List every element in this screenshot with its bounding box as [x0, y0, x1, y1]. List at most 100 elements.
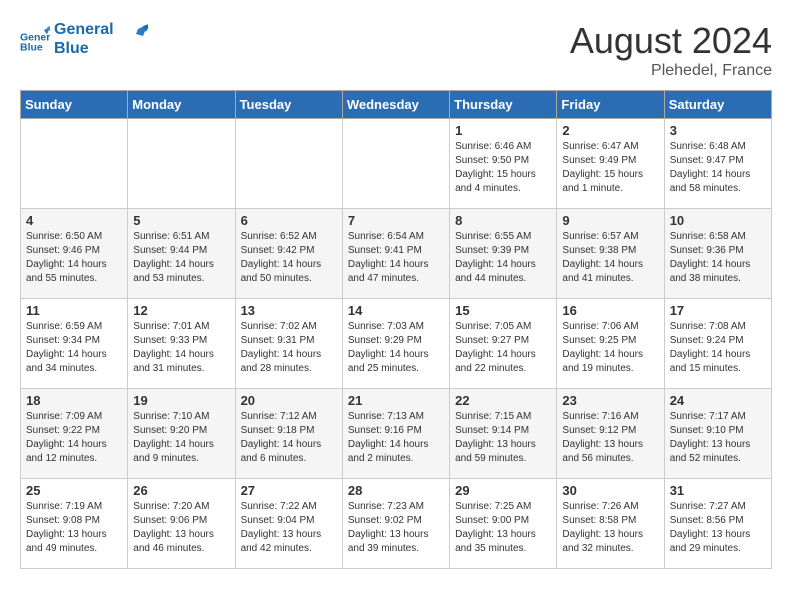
day-number: 7	[348, 213, 444, 228]
day-number: 11	[26, 303, 122, 318]
logo-icon: General Blue	[20, 24, 50, 54]
day-number: 27	[241, 483, 337, 498]
day-number: 30	[562, 483, 658, 498]
day-number: 28	[348, 483, 444, 498]
calendar-cell: 9 Sunrise: 6:57 AM Sunset: 9:38 PM Daylig…	[557, 209, 664, 299]
calendar-cell: 22 Sunrise: 7:15 AM Sunset: 9:14 PM Dayli…	[450, 389, 557, 479]
calendar-cell: 18 Sunrise: 7:09 AM Sunset: 9:22 PM Dayli…	[21, 389, 128, 479]
day-number: 3	[670, 123, 766, 138]
calendar-cell: 29Sunrise: 7:25 AM Sunset: 9:00 PM Dayli…	[450, 479, 557, 569]
day-info: Sunrise: 7:26 AM Sunset: 8:58 PM Dayligh…	[562, 500, 658, 556]
calendar-cell: 20 Sunrise: 7:12 AM Sunset: 9:18 PM Dayli…	[235, 389, 342, 479]
calendar-cell	[342, 119, 449, 209]
day-info: Sunrise: 7:16 AM Sunset: 9:12 PM Dayligh…	[562, 410, 658, 466]
day-info: Sunrise: 6:52 AM Sunset: 9:42 PM Dayligh…	[241, 230, 337, 286]
month-year-title: August 2024	[570, 20, 772, 62]
day-info: Sunrise: 7:22 AM Sunset: 9:04 PM Dayligh…	[241, 500, 337, 556]
day-info: Sunrise: 7:06 AM Sunset: 9:25 PM Dayligh…	[562, 320, 658, 376]
day-header-monday: Monday	[128, 91, 235, 119]
day-header-friday: Friday	[557, 91, 664, 119]
day-number: 18	[26, 393, 122, 408]
day-info: Sunrise: 6:50 AM Sunset: 9:46 PM Dayligh…	[26, 230, 122, 286]
day-info: Sunrise: 7:01 AM Sunset: 9:33 PM Dayligh…	[133, 320, 229, 376]
calendar-cell: 10Sunrise: 6:58 AM Sunset: 9:36 PM Dayli…	[664, 209, 771, 299]
day-info: Sunrise: 6:55 AM Sunset: 9:39 PM Dayligh…	[455, 230, 551, 286]
svg-text:Blue: Blue	[20, 41, 43, 53]
calendar-cell	[235, 119, 342, 209]
calendar-cell: 25Sunrise: 7:19 AM Sunset: 9:08 PM Dayli…	[21, 479, 128, 569]
calendar-cell: 11Sunrise: 6:59 AM Sunset: 9:34 PM Dayli…	[21, 299, 128, 389]
day-number: 6	[241, 213, 337, 228]
day-info: Sunrise: 7:20 AM Sunset: 9:06 PM Dayligh…	[133, 500, 229, 556]
bird-icon	[118, 24, 148, 54]
page-header: General Blue General Blue August 2024 Pl…	[20, 20, 772, 80]
calendar-cell: 14Sunrise: 7:03 AM Sunset: 9:29 PM Dayli…	[342, 299, 449, 389]
calendar-cell: 27 Sunrise: 7:22 AM Sunset: 9:04 PM Dayli…	[235, 479, 342, 569]
day-number: 22	[455, 393, 551, 408]
day-number: 5	[133, 213, 229, 228]
day-info: Sunrise: 7:02 AM Sunset: 9:31 PM Dayligh…	[241, 320, 337, 376]
calendar-cell: 1Sunrise: 6:46 AM Sunset: 9:50 PM Daylig…	[450, 119, 557, 209]
day-number: 2	[562, 123, 658, 138]
title-block: August 2024 Plehedel, France	[570, 20, 772, 80]
day-info: Sunrise: 7:23 AM Sunset: 9:02 PM Dayligh…	[348, 500, 444, 556]
day-number: 31	[670, 483, 766, 498]
calendar-header: SundayMondayTuesdayWednesdayThursdayFrid…	[21, 91, 772, 119]
calendar-cell: 15Sunrise: 7:05 AM Sunset: 9:27 PM Dayli…	[450, 299, 557, 389]
calendar-cell: 6 Sunrise: 6:52 AM Sunset: 9:42 PM Daylig…	[235, 209, 342, 299]
calendar-cell: 8 Sunrise: 6:55 AM Sunset: 9:39 PM Daylig…	[450, 209, 557, 299]
day-number: 1	[455, 123, 551, 138]
day-info: Sunrise: 6:47 AM Sunset: 9:49 PM Dayligh…	[562, 140, 658, 196]
day-info: Sunrise: 6:51 AM Sunset: 9:44 PM Dayligh…	[133, 230, 229, 286]
day-info: Sunrise: 7:25 AM Sunset: 9:00 PM Dayligh…	[455, 500, 551, 556]
day-info: Sunrise: 7:03 AM Sunset: 9:29 PM Dayligh…	[348, 320, 444, 376]
day-info: Sunrise: 6:58 AM Sunset: 9:36 PM Dayligh…	[670, 230, 766, 286]
logo: General Blue General Blue	[20, 20, 148, 58]
calendar-cell: 28 Sunrise: 7:23 AM Sunset: 9:02 PM Dayli…	[342, 479, 449, 569]
day-number: 23	[562, 393, 658, 408]
calendar-cell	[21, 119, 128, 209]
calendar-table: SundayMondayTuesdayWednesdayThursdayFrid…	[20, 90, 772, 569]
day-header-sunday: Sunday	[21, 91, 128, 119]
day-info: Sunrise: 7:13 AM Sunset: 9:16 PM Dayligh…	[348, 410, 444, 466]
day-info: Sunrise: 7:10 AM Sunset: 9:20 PM Dayligh…	[133, 410, 229, 466]
calendar-cell: 13 Sunrise: 7:02 AM Sunset: 9:31 PM Dayli…	[235, 299, 342, 389]
day-number: 24	[670, 393, 766, 408]
day-info: Sunrise: 7:12 AM Sunset: 9:18 PM Dayligh…	[241, 410, 337, 466]
logo-line1: General	[54, 20, 114, 39]
calendar-cell: 4 Sunrise: 6:50 AM Sunset: 9:46 PM Daylig…	[21, 209, 128, 299]
day-header-wednesday: Wednesday	[342, 91, 449, 119]
day-header-tuesday: Tuesday	[235, 91, 342, 119]
day-number: 9	[562, 213, 658, 228]
day-info: Sunrise: 6:54 AM Sunset: 9:41 PM Dayligh…	[348, 230, 444, 286]
day-number: 26	[133, 483, 229, 498]
day-info: Sunrise: 7:09 AM Sunset: 9:22 PM Dayligh…	[26, 410, 122, 466]
day-number: 12	[133, 303, 229, 318]
day-info: Sunrise: 6:48 AM Sunset: 9:47 PM Dayligh…	[670, 140, 766, 196]
day-number: 13	[241, 303, 337, 318]
day-header-thursday: Thursday	[450, 91, 557, 119]
day-number: 19	[133, 393, 229, 408]
day-info: Sunrise: 7:08 AM Sunset: 9:24 PM Dayligh…	[670, 320, 766, 376]
calendar-cell: 26 Sunrise: 7:20 AM Sunset: 9:06 PM Dayli…	[128, 479, 235, 569]
day-info: Sunrise: 6:57 AM Sunset: 9:38 PM Dayligh…	[562, 230, 658, 286]
calendar-cell: 7 Sunrise: 6:54 AM Sunset: 9:41 PM Daylig…	[342, 209, 449, 299]
logo-line2: Blue	[54, 39, 114, 58]
day-info: Sunrise: 7:05 AM Sunset: 9:27 PM Dayligh…	[455, 320, 551, 376]
day-number: 21	[348, 393, 444, 408]
day-info: Sunrise: 7:27 AM Sunset: 8:56 PM Dayligh…	[670, 500, 766, 556]
calendar-cell: 16 Sunrise: 7:06 AM Sunset: 9:25 PM Dayli…	[557, 299, 664, 389]
day-number: 20	[241, 393, 337, 408]
day-header-saturday: Saturday	[664, 91, 771, 119]
calendar-cell: 5 Sunrise: 6:51 AM Sunset: 9:44 PM Daylig…	[128, 209, 235, 299]
day-info: Sunrise: 7:15 AM Sunset: 9:14 PM Dayligh…	[455, 410, 551, 466]
calendar-cell: 21 Sunrise: 7:13 AM Sunset: 9:16 PM Dayli…	[342, 389, 449, 479]
calendar-cell: 31 Sunrise: 7:27 AM Sunset: 8:56 PM Dayli…	[664, 479, 771, 569]
location-subtitle: Plehedel, France	[570, 62, 772, 80]
calendar-cell: 2 Sunrise: 6:47 AM Sunset: 9:49 PM Daylig…	[557, 119, 664, 209]
day-number: 4	[26, 213, 122, 228]
day-info: Sunrise: 7:19 AM Sunset: 9:08 PM Dayligh…	[26, 500, 122, 556]
calendar-cell: 30 Sunrise: 7:26 AM Sunset: 8:58 PM Dayli…	[557, 479, 664, 569]
day-number: 8	[455, 213, 551, 228]
day-number: 16	[562, 303, 658, 318]
